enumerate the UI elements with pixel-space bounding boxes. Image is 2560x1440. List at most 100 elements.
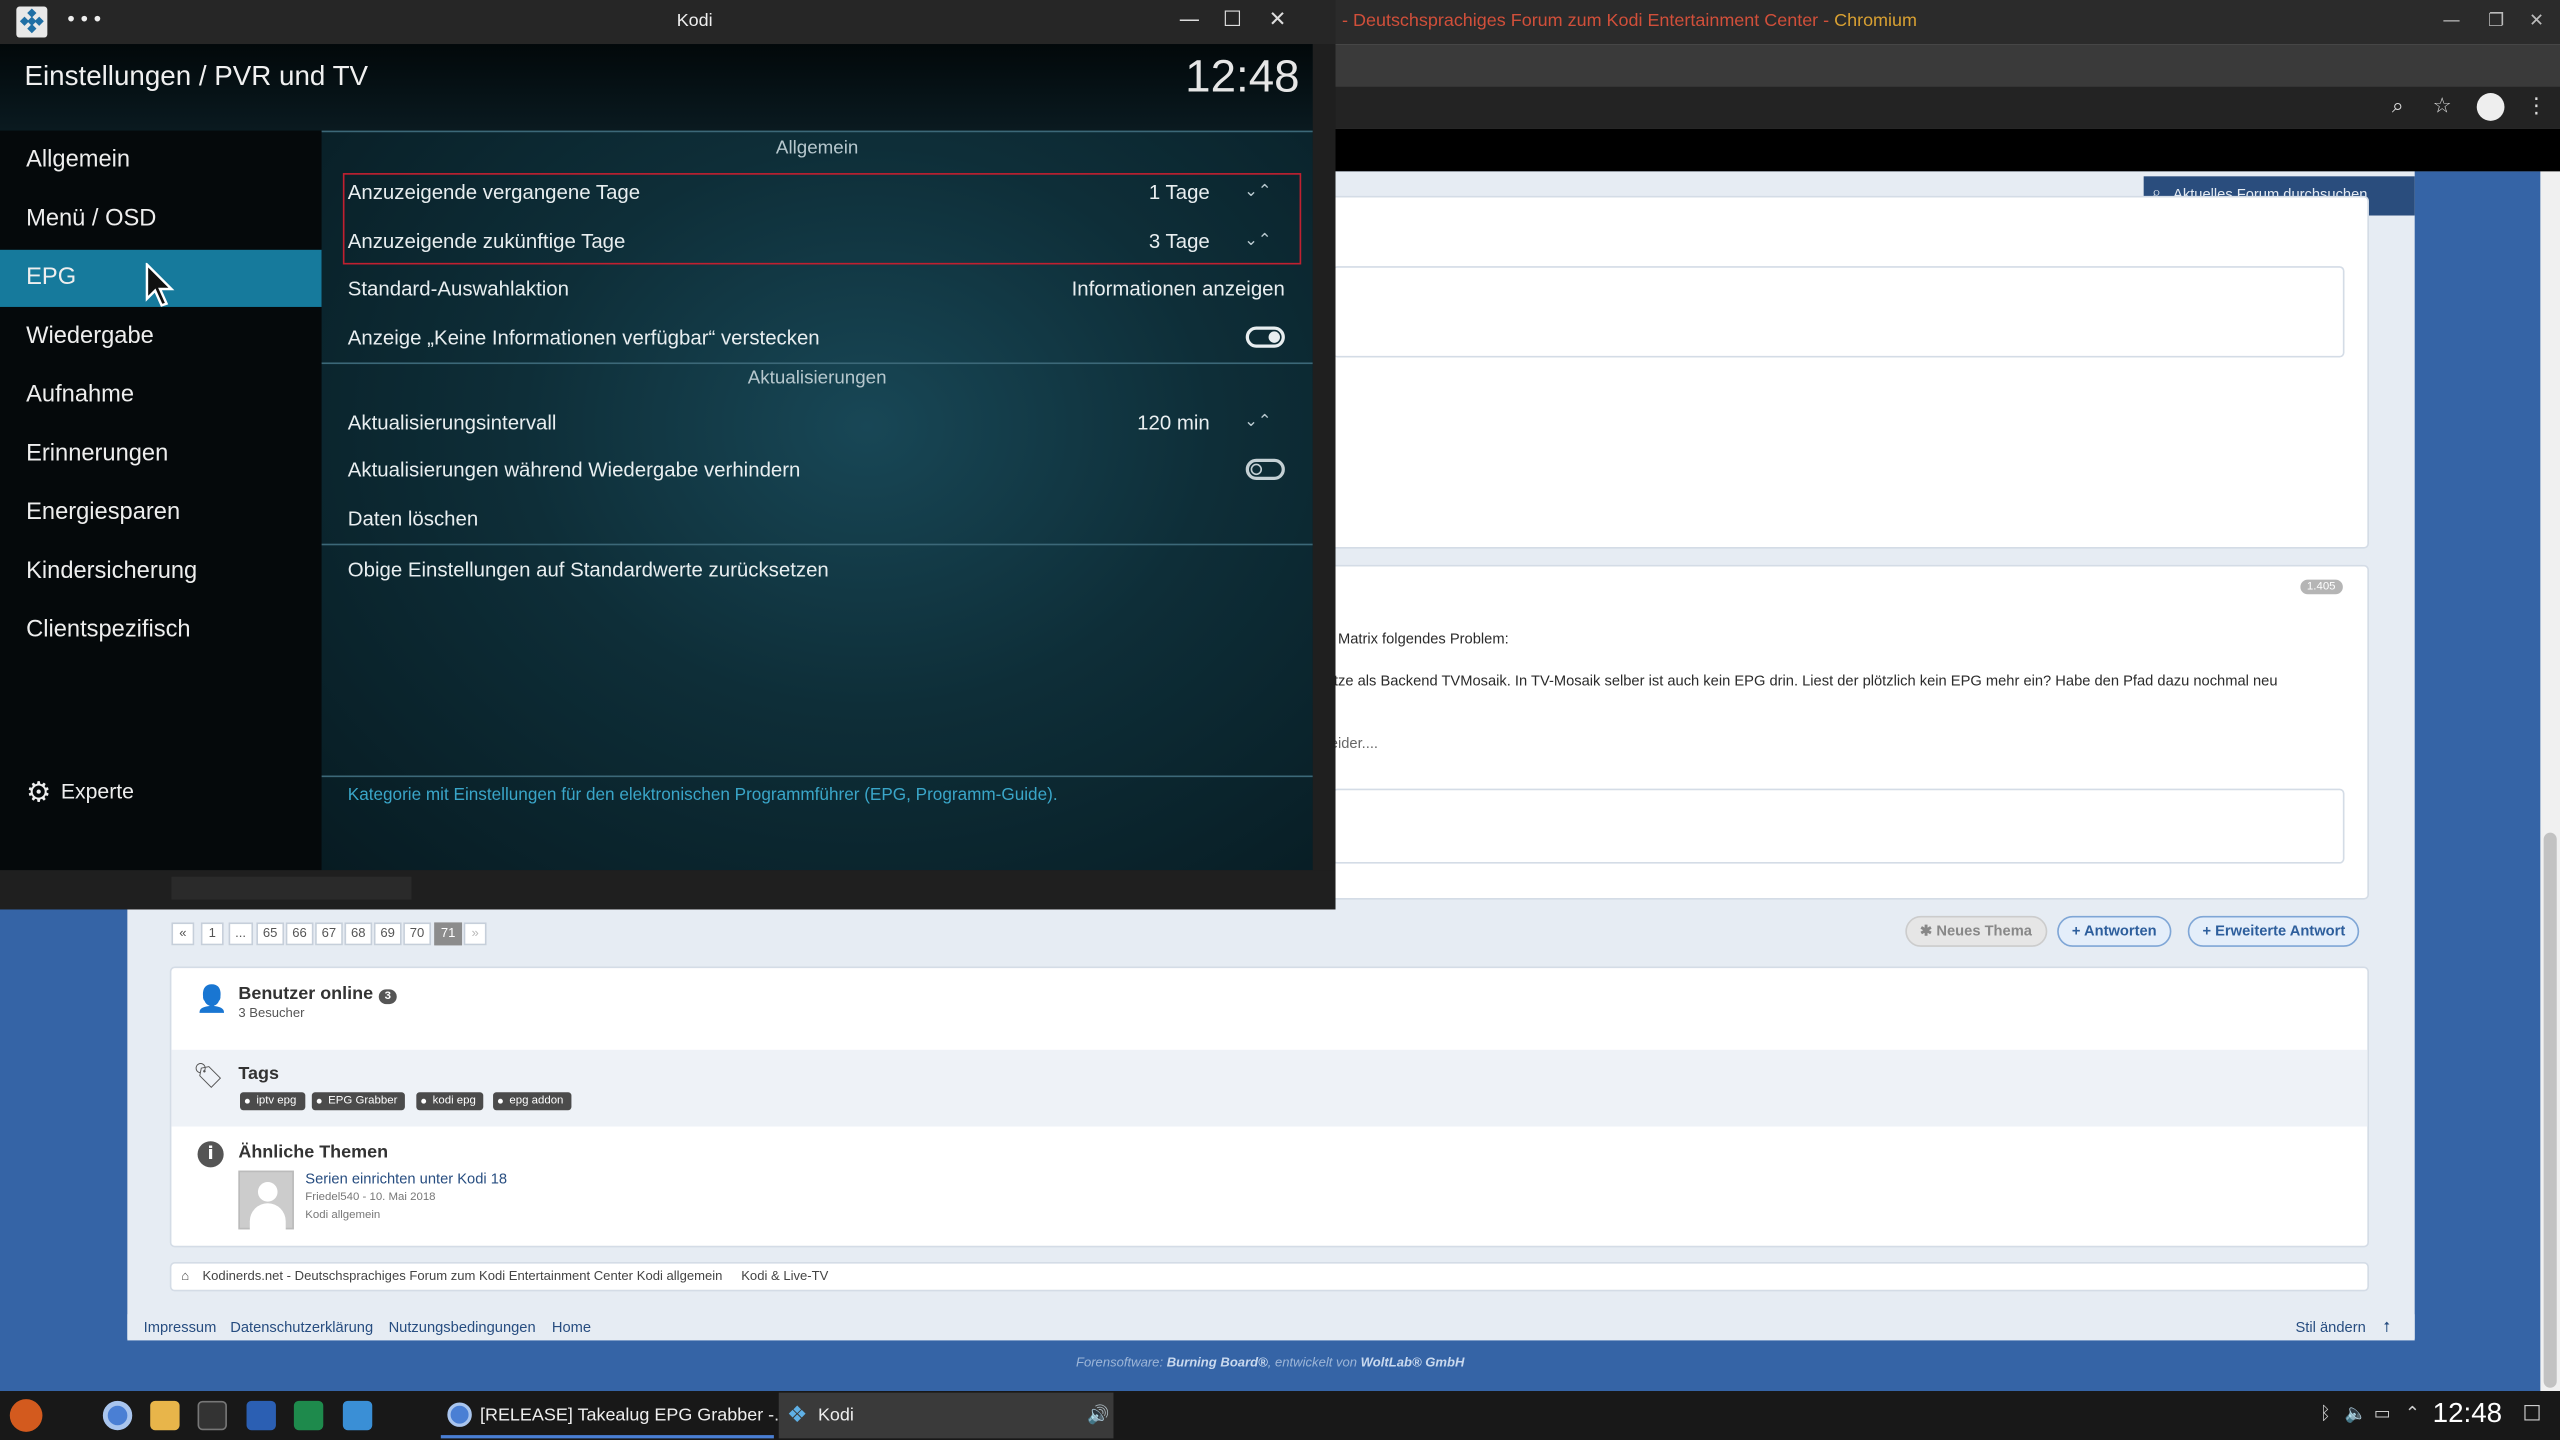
- spinner-arrows-icon[interactable]: ⌄⌃: [1244, 413, 1286, 433]
- sidebar-item-menu-osd[interactable]: Menü / OSD: [0, 191, 322, 248]
- pagination-first[interactable]: «: [171, 922, 195, 946]
- sidebar-item-kindersicherung[interactable]: Kindersicherung: [0, 544, 322, 601]
- similar-topic-link[interactable]: Serien einrichten unter Kodi 18: [305, 1171, 507, 1187]
- pagination-page[interactable]: 68: [344, 922, 373, 946]
- volume-icon[interactable]: 🔈: [2344, 1402, 2366, 1423]
- divider: [321, 775, 1313, 778]
- sidebar-item-wiedergabe[interactable]: Wiedergabe: [0, 309, 322, 366]
- zoom-icon[interactable]: ⌕: [2392, 95, 2404, 119]
- taskbar-window-kodi[interactable]: ❖ Kodi 🔊: [778, 1392, 1114, 1439]
- profile-icon[interactable]: [2476, 93, 2505, 121]
- sidebar-item-allgemein[interactable]: Allgemein: [0, 132, 322, 189]
- pagination-page[interactable]: 69: [373, 922, 402, 946]
- footer-link-home[interactable]: Home: [552, 1319, 591, 1335]
- minimize-icon[interactable]: —: [1179, 8, 1200, 32]
- post-signature-box: [1332, 266, 2345, 358]
- post-text: 18 Matrix folgendes Problem:: [1317, 630, 1509, 647]
- terminal-icon[interactable]: [197, 1400, 227, 1431]
- setting-update-interval[interactable]: Aktualisierungsintervall 120 min ⌄⌃: [348, 400, 1287, 446]
- excel-icon[interactable]: [293, 1400, 324, 1431]
- post-count-badge: 1.405: [2300, 579, 2343, 595]
- sidebar-item-erinnerungen[interactable]: Erinnerungen: [0, 426, 322, 483]
- setting-clear-data[interactable]: Daten löschen: [348, 496, 1287, 542]
- toggle-switch-on[interactable]: [1245, 326, 1285, 348]
- network-icon[interactable]: ▭: [2374, 1402, 2391, 1423]
- bookmark-star-icon[interactable]: ☆: [2433, 95, 2452, 119]
- maximize-icon[interactable]: ❐: [2488, 10, 2504, 31]
- kodi-icon: ❖: [786, 1400, 808, 1427]
- setting-default-action[interactable]: Standard-Auswahlaktion Informationen anz…: [348, 266, 1287, 312]
- browser-window-title: - Deutschsprachiges Forum zum Kodi Enter…: [1342, 11, 1917, 32]
- tags-icon: 🏷: [192, 1061, 224, 1091]
- tags-section: [171, 1049, 2368, 1127]
- setting-description: Kategorie mit Einstellungen für den elek…: [347, 785, 1058, 805]
- new-topic-button[interactable]: ✱ Neues Thema: [1905, 915, 2047, 947]
- file-manager-icon[interactable]: [150, 1400, 180, 1431]
- mail-icon[interactable]: [342, 1400, 373, 1431]
- chromium-icon[interactable]: [102, 1400, 133, 1431]
- chromium-icon: [447, 1402, 472, 1427]
- footer-link-terms[interactable]: Nutzungsbedingungen: [389, 1319, 536, 1335]
- reply-button[interactable]: + Antworten: [2057, 915, 2172, 947]
- pagination-page[interactable]: 70: [403, 922, 431, 946]
- setting-prevent-updates[interactable]: Aktualisierungen während Wiedergabe verh…: [348, 447, 1287, 493]
- window-shadow: [171, 876, 412, 900]
- divider: [321, 362, 1313, 365]
- footer-link-impressum[interactable]: Impressum: [144, 1319, 217, 1335]
- section-header-updates: Aktualisierungen: [747, 368, 887, 389]
- tag-item[interactable]: kodi epg: [416, 1092, 485, 1111]
- scrollbar-thumb[interactable]: [2543, 832, 2557, 1388]
- toggle-switch-off[interactable]: [1245, 458, 1285, 480]
- tray-expand-icon[interactable]: ⌃: [2405, 1402, 2420, 1423]
- divider: [321, 130, 1313, 133]
- tag-item[interactable]: epg addon: [493, 1092, 572, 1111]
- similar-topics-title: Ähnliche Themen: [238, 1142, 389, 1163]
- pagination-page[interactable]: 67: [315, 922, 343, 946]
- tag-item[interactable]: EPG Grabber: [311, 1092, 406, 1111]
- breadcrumb-item[interactable]: Kodi allgemein: [637, 1269, 723, 1284]
- minimize-icon[interactable]: —: [2442, 10, 2460, 31]
- highlight-box: [342, 173, 1302, 265]
- tag-item[interactable]: iptv epg: [239, 1092, 305, 1111]
- divider: [321, 543, 1313, 546]
- pagination-page[interactable]: 1: [200, 922, 224, 946]
- setting-hide-no-info[interactable]: Anzeige „Keine Informationen verfügbar“ …: [348, 315, 1287, 361]
- close-icon[interactable]: ✕: [1269, 8, 1287, 32]
- online-users-title: Benutzer online 3: [238, 984, 398, 1005]
- start-menu-icon[interactable]: [9, 1399, 43, 1432]
- similar-topic-forum[interactable]: Kodi allgemein: [305, 1210, 380, 1221]
- similar-topic-meta: Friedel540 - 10. Mai 2018: [305, 1191, 436, 1204]
- online-users-sub: 3 Besucher: [238, 1005, 305, 1021]
- setting-reset-defaults[interactable]: Obige Einstellungen auf Standardwerte zu…: [348, 547, 1287, 593]
- pagination-current-page[interactable]: 71: [434, 922, 462, 946]
- footer-link-privacy[interactable]: Datenschutzerklärung: [230, 1319, 373, 1335]
- pagination-ellipsis[interactable]: ...: [228, 922, 253, 946]
- taskbar-window-browser[interactable]: [RELEASE] Takealug EPG Grabber -...: [440, 1393, 789, 1439]
- style-change-link[interactable]: Stil ändern: [2296, 1319, 2366, 1335]
- bluetooth-icon[interactable]: ᛒ: [2320, 1402, 2331, 1423]
- speaker-icon: 🔊: [1087, 1405, 1110, 1426]
- tags-title: Tags: [238, 1064, 279, 1085]
- copyright-notice: Forensoftware: Burning Board®, entwickel…: [1075, 1355, 1465, 1370]
- show-desktop-icon[interactable]: ☐: [2522, 1402, 2541, 1426]
- menu-icon[interactable]: ⋮: [2526, 95, 2547, 119]
- taskbar-clock: 12:48: [2432, 1397, 2503, 1429]
- advanced-reply-button[interactable]: + Erweiterte Antwort: [2187, 915, 2360, 947]
- pagination-next[interactable]: »: [463, 922, 487, 946]
- close-icon[interactable]: ✕: [2529, 10, 2544, 31]
- word-icon[interactable]: [246, 1400, 276, 1431]
- sidebar-item-energiesparen[interactable]: Energiesparen: [0, 485, 322, 542]
- settings-level-button[interactable]: ⚙ Experte: [26, 777, 134, 810]
- scroll-top-icon[interactable]: ⭡: [2384, 1319, 2391, 1337]
- maximize-icon[interactable]: ☐: [1223, 8, 1242, 32]
- pagination-page[interactable]: 65: [256, 922, 284, 946]
- sidebar-item-aufnahme[interactable]: Aufnahme: [0, 367, 322, 424]
- home-icon[interactable]: ⌂: [181, 1269, 189, 1284]
- breadcrumb-item[interactable]: Kodinerds.net - Deutschsprachiges Forum …: [202, 1269, 633, 1284]
- user-icon: 👤: [195, 982, 229, 1014]
- pagination-page[interactable]: 66: [285, 922, 314, 946]
- breadcrumb-item[interactable]: Kodi & Live-TV: [741, 1269, 828, 1284]
- mouse-cursor-icon: [145, 262, 175, 307]
- kodi-clock: 12:48: [1185, 50, 1300, 102]
- sidebar-item-clientspezifisch[interactable]: Clientspezifisch: [0, 602, 322, 659]
